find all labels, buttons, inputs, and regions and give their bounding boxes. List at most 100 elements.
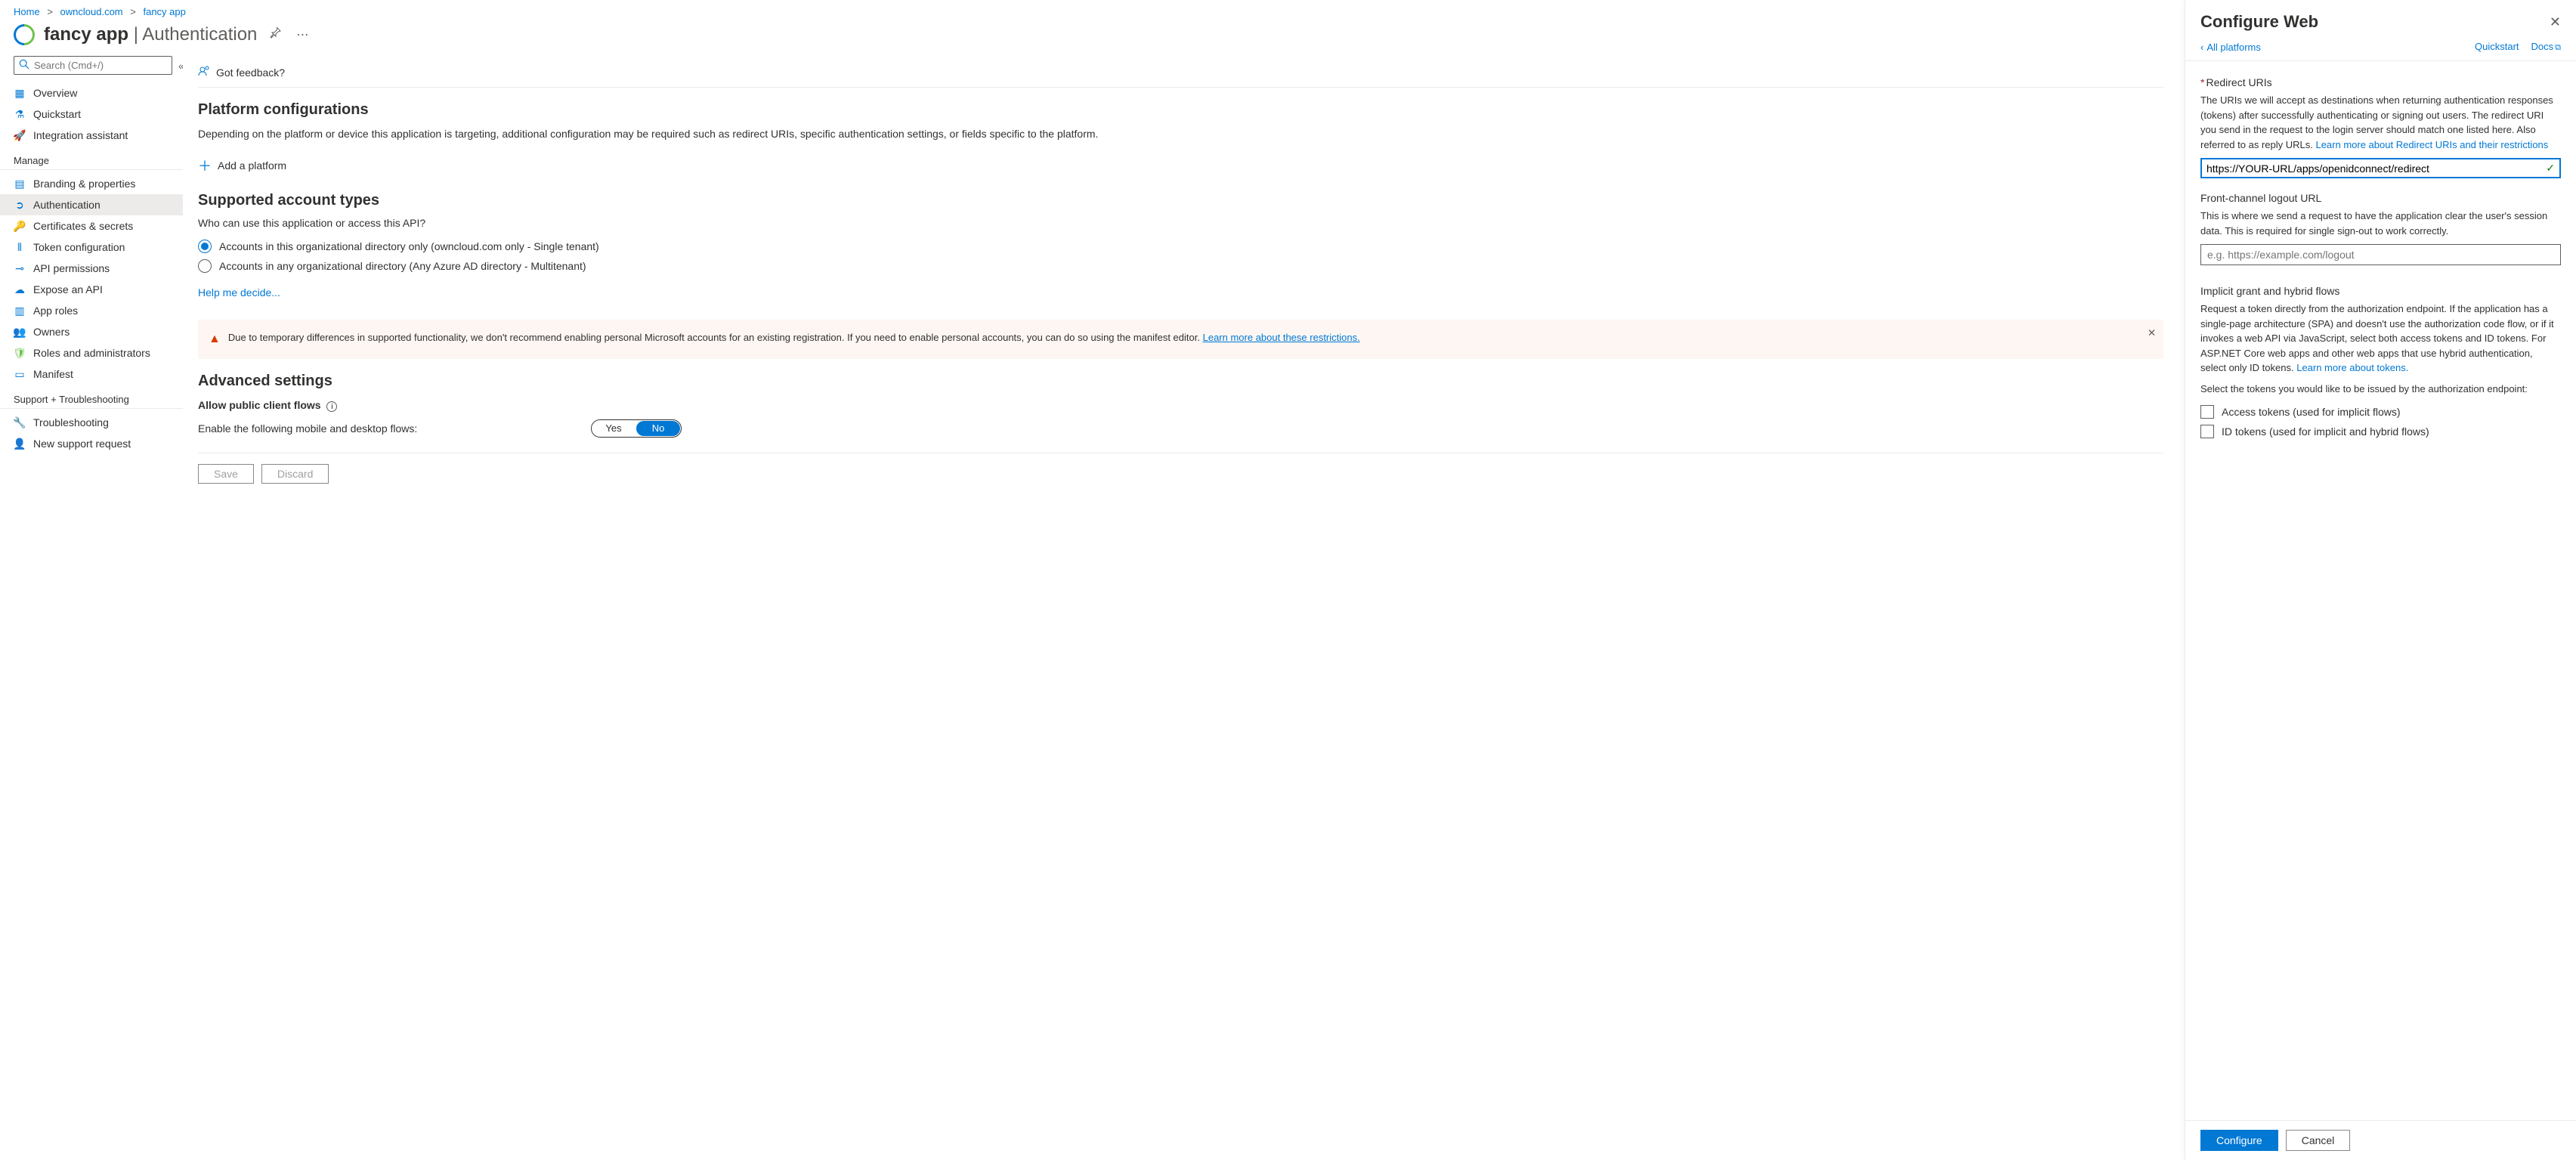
radio-unchecked-icon [198, 259, 212, 273]
warning-icon: ▲ [209, 330, 221, 348]
check-icon: ✓ [2546, 162, 2555, 175]
warning-box: ▲ Due to temporary differences in suppor… [198, 320, 2163, 359]
integration-icon: 🚀 [14, 129, 26, 141]
feedback-link[interactable]: Got feedback? [198, 65, 285, 79]
nav-section-manage: Manage [0, 146, 183, 170]
configure-web-panel: Configure Web ✕ ‹All platforms Quickstar… [2185, 0, 2576, 1160]
nav-overview[interactable]: ▦ Overview [0, 82, 183, 104]
logout-url-label: Front-channel logout URL [2200, 192, 2561, 204]
nav-integration[interactable]: 🚀 Integration assistant [0, 125, 183, 146]
tokens-learn-more-link[interactable]: Learn more about tokens. [2296, 362, 2408, 373]
breadcrumb: Home > owncloud.com > fancy app [0, 0, 2185, 19]
nav-roles-admins[interactable]: 🛡 Roles and administrators [0, 342, 183, 363]
nav-certificates[interactable]: 🔑 Certificates & secrets [0, 215, 183, 237]
expose-icon: ☁ [14, 283, 26, 295]
owners-icon: 👥 [14, 326, 26, 338]
nav-branding[interactable]: ▤ Branding & properties [0, 173, 183, 194]
panel-close-button[interactable]: ✕ [2550, 14, 2561, 30]
nav-troubleshooting[interactable]: 🔧 Troubleshooting [0, 412, 183, 433]
logout-url-desc: This is where we send a request to have … [2200, 209, 2561, 238]
cancel-button[interactable]: Cancel [2286, 1130, 2351, 1151]
rolesadmin-icon: 🛡 [14, 347, 26, 359]
supported-types-heading: Supported account types [198, 192, 2163, 209]
add-platform-button[interactable]: ＋ Add a platform [198, 153, 286, 178]
enable-flows-label: Enable the following mobile and desktop … [198, 422, 417, 435]
token-icon: ⦀ [14, 241, 26, 253]
nav-quickstart[interactable]: ⚗ Quickstart [0, 104, 183, 125]
overview-icon: ▦ [14, 87, 26, 99]
redirect-learn-more-link[interactable]: Learn more about Redirect URIs and their… [2315, 139, 2548, 150]
warn-learn-more-link[interactable]: Learn more about these restrictions. [1203, 332, 1360, 343]
warning-close-button[interactable]: ✕ [2148, 327, 2156, 339]
trouble-icon: 🔧 [14, 416, 26, 428]
manifest-icon: ▭ [14, 368, 26, 380]
branding-icon: ▤ [14, 178, 26, 190]
external-link-icon: ⧉ [2555, 43, 2561, 52]
advanced-settings-heading: Advanced settings [198, 373, 2163, 390]
platform-config-desc: Depending on the platform or device this… [198, 126, 2163, 142]
breadcrumb-app[interactable]: fancy app [143, 6, 185, 17]
select-tokens-label: Select the tokens you would like to be i… [2200, 382, 2561, 397]
nav-manage: ▤ Branding & properties ➲ Authentication… [0, 173, 183, 385]
checkbox-unchecked-icon [2200, 425, 2214, 438]
auth-icon: ➲ [14, 199, 26, 211]
chevron-left-icon: ‹ [2200, 42, 2203, 53]
access-tokens-checkbox[interactable]: Access tokens (used for implicit flows) [2200, 402, 2561, 422]
page-title: fancy app | Authentication [44, 24, 257, 45]
save-button[interactable]: Save [198, 464, 254, 484]
search-icon [19, 59, 29, 72]
panel-quickstart-link[interactable]: Quickstart [2475, 41, 2519, 53]
search-input[interactable] [34, 60, 167, 71]
implicit-grant-desc: Request a token directly from the author… [2200, 302, 2561, 376]
search-input-wrap[interactable] [14, 56, 172, 75]
sidebar: « ▦ Overview ⚗ Quickstart 🚀 Integration … [0, 56, 183, 1160]
nav-authentication[interactable]: ➲ Authentication [0, 194, 183, 215]
redirect-uris-desc: The URIs we will accept as destinations … [2200, 93, 2561, 152]
implicit-grant-label: Implicit grant and hybrid flows [2200, 285, 2561, 297]
nav-section-support: Support + Troubleshooting [0, 385, 183, 409]
supported-types-question: Who can use this application or access t… [198, 217, 2163, 229]
id-tokens-checkbox[interactable]: ID tokens (used for implicit and hybrid … [2200, 422, 2561, 441]
nav-app-roles[interactable]: ▥ App roles [0, 300, 183, 321]
panel-docs-link[interactable]: Docs⧉ [2531, 41, 2561, 53]
account-option-multitenant[interactable]: Accounts in any organizational directory… [198, 256, 2163, 276]
content: Got feedback? Platform configurations De… [183, 56, 2185, 1160]
redirect-uri-input[interactable] [2206, 162, 2546, 175]
more-button[interactable]: ⋯ [293, 24, 311, 45]
panel-title: Configure Web [2200, 12, 2318, 32]
support-icon: 👤 [14, 438, 26, 450]
radio-checked-icon [198, 240, 212, 253]
nav-token-config[interactable]: ⦀ Token configuration [0, 237, 183, 258]
redirect-uris-label: *Redirect URIs [2200, 76, 2561, 88]
nav-support: 🔧 Troubleshooting 👤 New support request [0, 412, 183, 454]
redirect-uri-input-wrap[interactable]: ✓ [2200, 158, 2561, 178]
nav-manifest[interactable]: ▭ Manifest [0, 363, 183, 385]
help-me-decide-link[interactable]: Help me decide... [198, 286, 280, 299]
page-title-row: fancy app | Authentication ⋯ [0, 19, 2185, 56]
quickstart-icon: ⚗ [14, 108, 26, 120]
all-platforms-link[interactable]: ‹All platforms [2200, 42, 2261, 53]
nav-top: ▦ Overview ⚗ Quickstart 🚀 Integration as… [0, 82, 183, 146]
info-icon[interactable]: i [326, 401, 337, 412]
breadcrumb-home[interactable]: Home [14, 6, 40, 17]
nav-owners[interactable]: 👥 Owners [0, 321, 183, 342]
configure-button[interactable]: Configure [2200, 1130, 2278, 1151]
nav-api-permissions[interactable]: ⊸ API permissions [0, 258, 183, 279]
nav-expose-api[interactable]: ☁ Expose an API [0, 279, 183, 300]
approles-icon: ▥ [14, 305, 26, 317]
api-perm-icon: ⊸ [14, 262, 26, 274]
allow-public-flows-label: Allow public client flows i [198, 399, 2163, 412]
pin-button[interactable] [266, 23, 284, 45]
feedback-icon [198, 65, 210, 79]
platform-config-heading: Platform configurations [198, 101, 2163, 119]
plus-icon: ＋ [198, 156, 212, 175]
public-flows-toggle[interactable]: Yes No [591, 419, 682, 438]
logout-url-input[interactable] [2200, 244, 2561, 265]
app-logo-icon [9, 20, 39, 50]
cert-icon: 🔑 [14, 220, 26, 232]
breadcrumb-org[interactable]: owncloud.com [60, 6, 123, 17]
discard-button[interactable]: Discard [261, 464, 329, 484]
checkbox-unchecked-icon [2200, 405, 2214, 419]
nav-new-support[interactable]: 👤 New support request [0, 433, 183, 454]
account-option-single-tenant[interactable]: Accounts in this organizational director… [198, 237, 2163, 256]
